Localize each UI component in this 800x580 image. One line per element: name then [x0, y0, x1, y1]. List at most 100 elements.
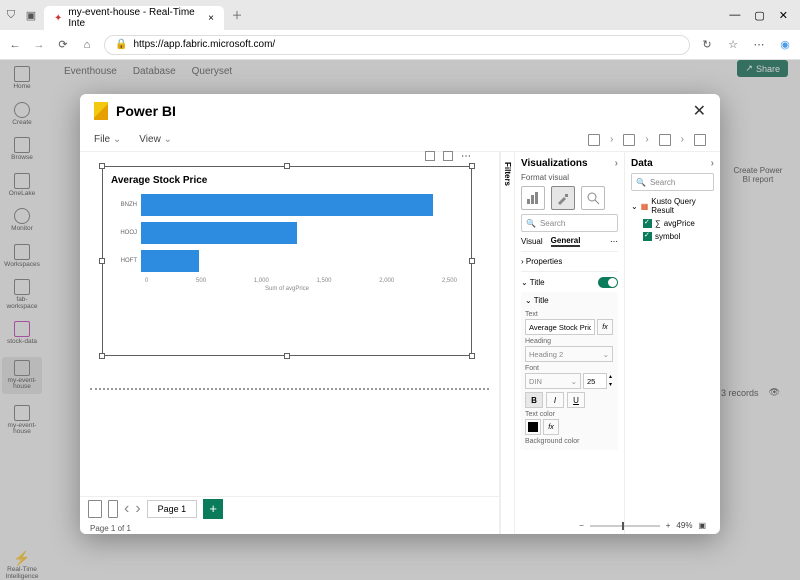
chevron-down-icon: ⌄	[631, 202, 638, 211]
filters-pane-collapsed[interactable]: Filters	[500, 152, 514, 534]
add-page-button[interactable]: +	[203, 499, 223, 519]
browser-tab[interactable]: ✦ my-event-house - Real-Time Inte ×	[44, 6, 224, 30]
toolbar-refresh-icon[interactable]	[694, 134, 706, 146]
font-size-stepper[interactable]: ▴▾	[609, 373, 612, 389]
collapse-icon[interactable]: ›	[615, 158, 618, 169]
format-search-input[interactable]: 🔍Search	[521, 214, 618, 232]
collapse-icon[interactable]: ›	[711, 158, 714, 169]
nav-back-icon[interactable]: ←	[8, 38, 22, 52]
text-label: Text	[525, 311, 614, 318]
shield-icon: ⛉	[4, 8, 18, 22]
visual-more-icon[interactable]: ⋯	[461, 151, 471, 162]
chart-title: Average Stock Price	[111, 175, 463, 186]
field-symbol[interactable]: symbol	[631, 230, 714, 243]
properties-section[interactable]: › Properties	[521, 257, 618, 266]
chevron-down-icon: ⌄	[164, 134, 172, 145]
tab-general[interactable]: General	[551, 236, 581, 247]
page-tab[interactable]: Page 1	[147, 500, 198, 518]
chevron-right-icon[interactable]: ›	[610, 134, 613, 146]
zoom-value: 49%	[676, 521, 692, 530]
visual-container[interactable]: ⋯ Average Stock Price BNZH HOOJ HOFT 050…	[102, 166, 472, 356]
heading-select[interactable]: Heading 2⌄	[525, 346, 613, 362]
chevron-right-icon[interactable]: ›	[681, 134, 684, 146]
visual-focus-icon[interactable]	[443, 151, 453, 161]
font-size-input[interactable]	[583, 373, 607, 389]
nav-home-icon[interactable]: ⌂	[80, 38, 94, 52]
mobile-layout-icon[interactable]	[108, 500, 118, 518]
modal-close-button[interactable]: ✕	[693, 101, 706, 121]
chevron-down-icon: ⌄	[571, 377, 577, 386]
menu-view[interactable]: View ⌄	[139, 134, 172, 145]
title-toggle[interactable]	[598, 277, 618, 288]
modal-title: Power BI	[94, 102, 176, 120]
bar-chart: BNZH HOOJ HOFT 05001,000 1,5002,0002,500…	[111, 194, 463, 292]
tab-title: my-event-house - Real-Time Inte	[68, 7, 198, 29]
field-avgprice[interactable]: ∑avgPrice	[631, 217, 714, 230]
chevron-down-icon: ⌄	[113, 134, 121, 145]
toolbar-reading-icon[interactable]	[659, 134, 671, 146]
desktop-layout-icon[interactable]	[88, 500, 102, 518]
text-color-fx-button[interactable]: fx	[543, 419, 559, 435]
font-family-select[interactable]: DIN⌄	[525, 373, 581, 389]
toolbar-bookmark-icon[interactable]	[588, 134, 600, 146]
nav-forward-icon: →	[32, 38, 46, 52]
fit-page-icon[interactable]: ▣	[698, 521, 706, 530]
underline-button[interactable]: U	[567, 392, 585, 408]
sigma-icon: ∑	[655, 219, 661, 228]
text-color-label: Text color	[525, 411, 614, 418]
window-minimize-icon[interactable]: —	[729, 9, 740, 22]
favorite-icon[interactable]: ☆	[726, 38, 740, 52]
powerbi-modal: Power BI ✕ File ⌄ View ⌄ › › › ⋯	[80, 94, 720, 534]
table-icon: ▦	[641, 202, 649, 211]
visualizations-pane: Visualizations› Format visual 🔍Search Vi…	[514, 152, 624, 534]
format-visual-icon[interactable]	[551, 186, 575, 210]
zoom-slider[interactable]	[590, 525, 660, 527]
italic-button[interactable]: I	[546, 392, 564, 408]
search-icon: 🔍	[526, 219, 536, 228]
nav-refresh-icon[interactable]: ⟳	[56, 38, 70, 52]
toolbar-view-icon[interactable]	[623, 134, 635, 146]
window-maximize-icon[interactable]: ▢	[754, 9, 764, 22]
window-close-icon[interactable]: ✕	[779, 9, 788, 22]
copilot-icon[interactable]: ◉	[778, 38, 792, 52]
zoom-in-button[interactable]: +	[666, 521, 671, 530]
new-tab-icon[interactable]: ＋	[230, 8, 244, 22]
title-text-fx-button[interactable]: fx	[597, 319, 613, 335]
data-pane: Data› 🔍Search ⌄ ▦ Kusto Query Result ∑av…	[624, 152, 720, 534]
powerbi-logo-icon	[94, 102, 108, 120]
tab-visual[interactable]: Visual	[521, 237, 543, 246]
analytics-icon[interactable]	[581, 186, 605, 210]
filters-label: Filters	[503, 162, 512, 186]
lock-icon: 🔒	[115, 39, 127, 50]
data-search-input[interactable]: 🔍Search	[631, 173, 714, 191]
font-label: Font	[525, 365, 614, 372]
browser-menu-icon[interactable]: ⋯	[752, 38, 766, 52]
format-visual-label: Format visual	[521, 173, 618, 182]
address-bar[interactable]: 🔒 https://app.fabric.microsoft.com/	[104, 35, 690, 55]
page-counter: Page 1 of 1	[90, 524, 131, 533]
checkbox-checked-icon[interactable]	[643, 232, 652, 241]
page-prev-icon[interactable]: ‹	[124, 500, 129, 518]
text-color-picker[interactable]	[525, 419, 541, 435]
data-table-node[interactable]: ⌄ ▦ Kusto Query Result	[631, 195, 714, 217]
zoom-out-button[interactable]: −	[579, 521, 584, 530]
tab-more-icon[interactable]: ⋯	[610, 237, 618, 246]
cube-icon: ▣	[24, 8, 38, 22]
visual-filter-icon[interactable]	[425, 151, 435, 161]
build-visual-icon[interactable]	[521, 186, 545, 210]
bold-button[interactable]: B	[525, 392, 543, 408]
chevron-right-icon[interactable]: ›	[645, 134, 648, 146]
checkbox-checked-icon[interactable]	[643, 219, 652, 228]
report-canvas[interactable]: ⋯ Average Stock Price BNZH HOOJ HOFT 050…	[80, 152, 500, 534]
chevron-down-icon: ⌄	[603, 350, 609, 359]
bg-color-label: Background color	[525, 438, 614, 445]
x-axis-label: Sum of avgPrice	[117, 286, 457, 292]
menu-file[interactable]: File ⌄	[94, 134, 121, 145]
title-section[interactable]: ⌄ Title	[521, 277, 618, 288]
heading-label: Heading	[525, 338, 614, 345]
canvas-divider	[90, 388, 489, 390]
title-text-input[interactable]	[525, 319, 595, 335]
sync-icon[interactable]: ↻	[700, 38, 714, 52]
tab-close-icon[interactable]: ×	[208, 13, 214, 24]
page-next-icon[interactable]: ›	[135, 500, 140, 518]
